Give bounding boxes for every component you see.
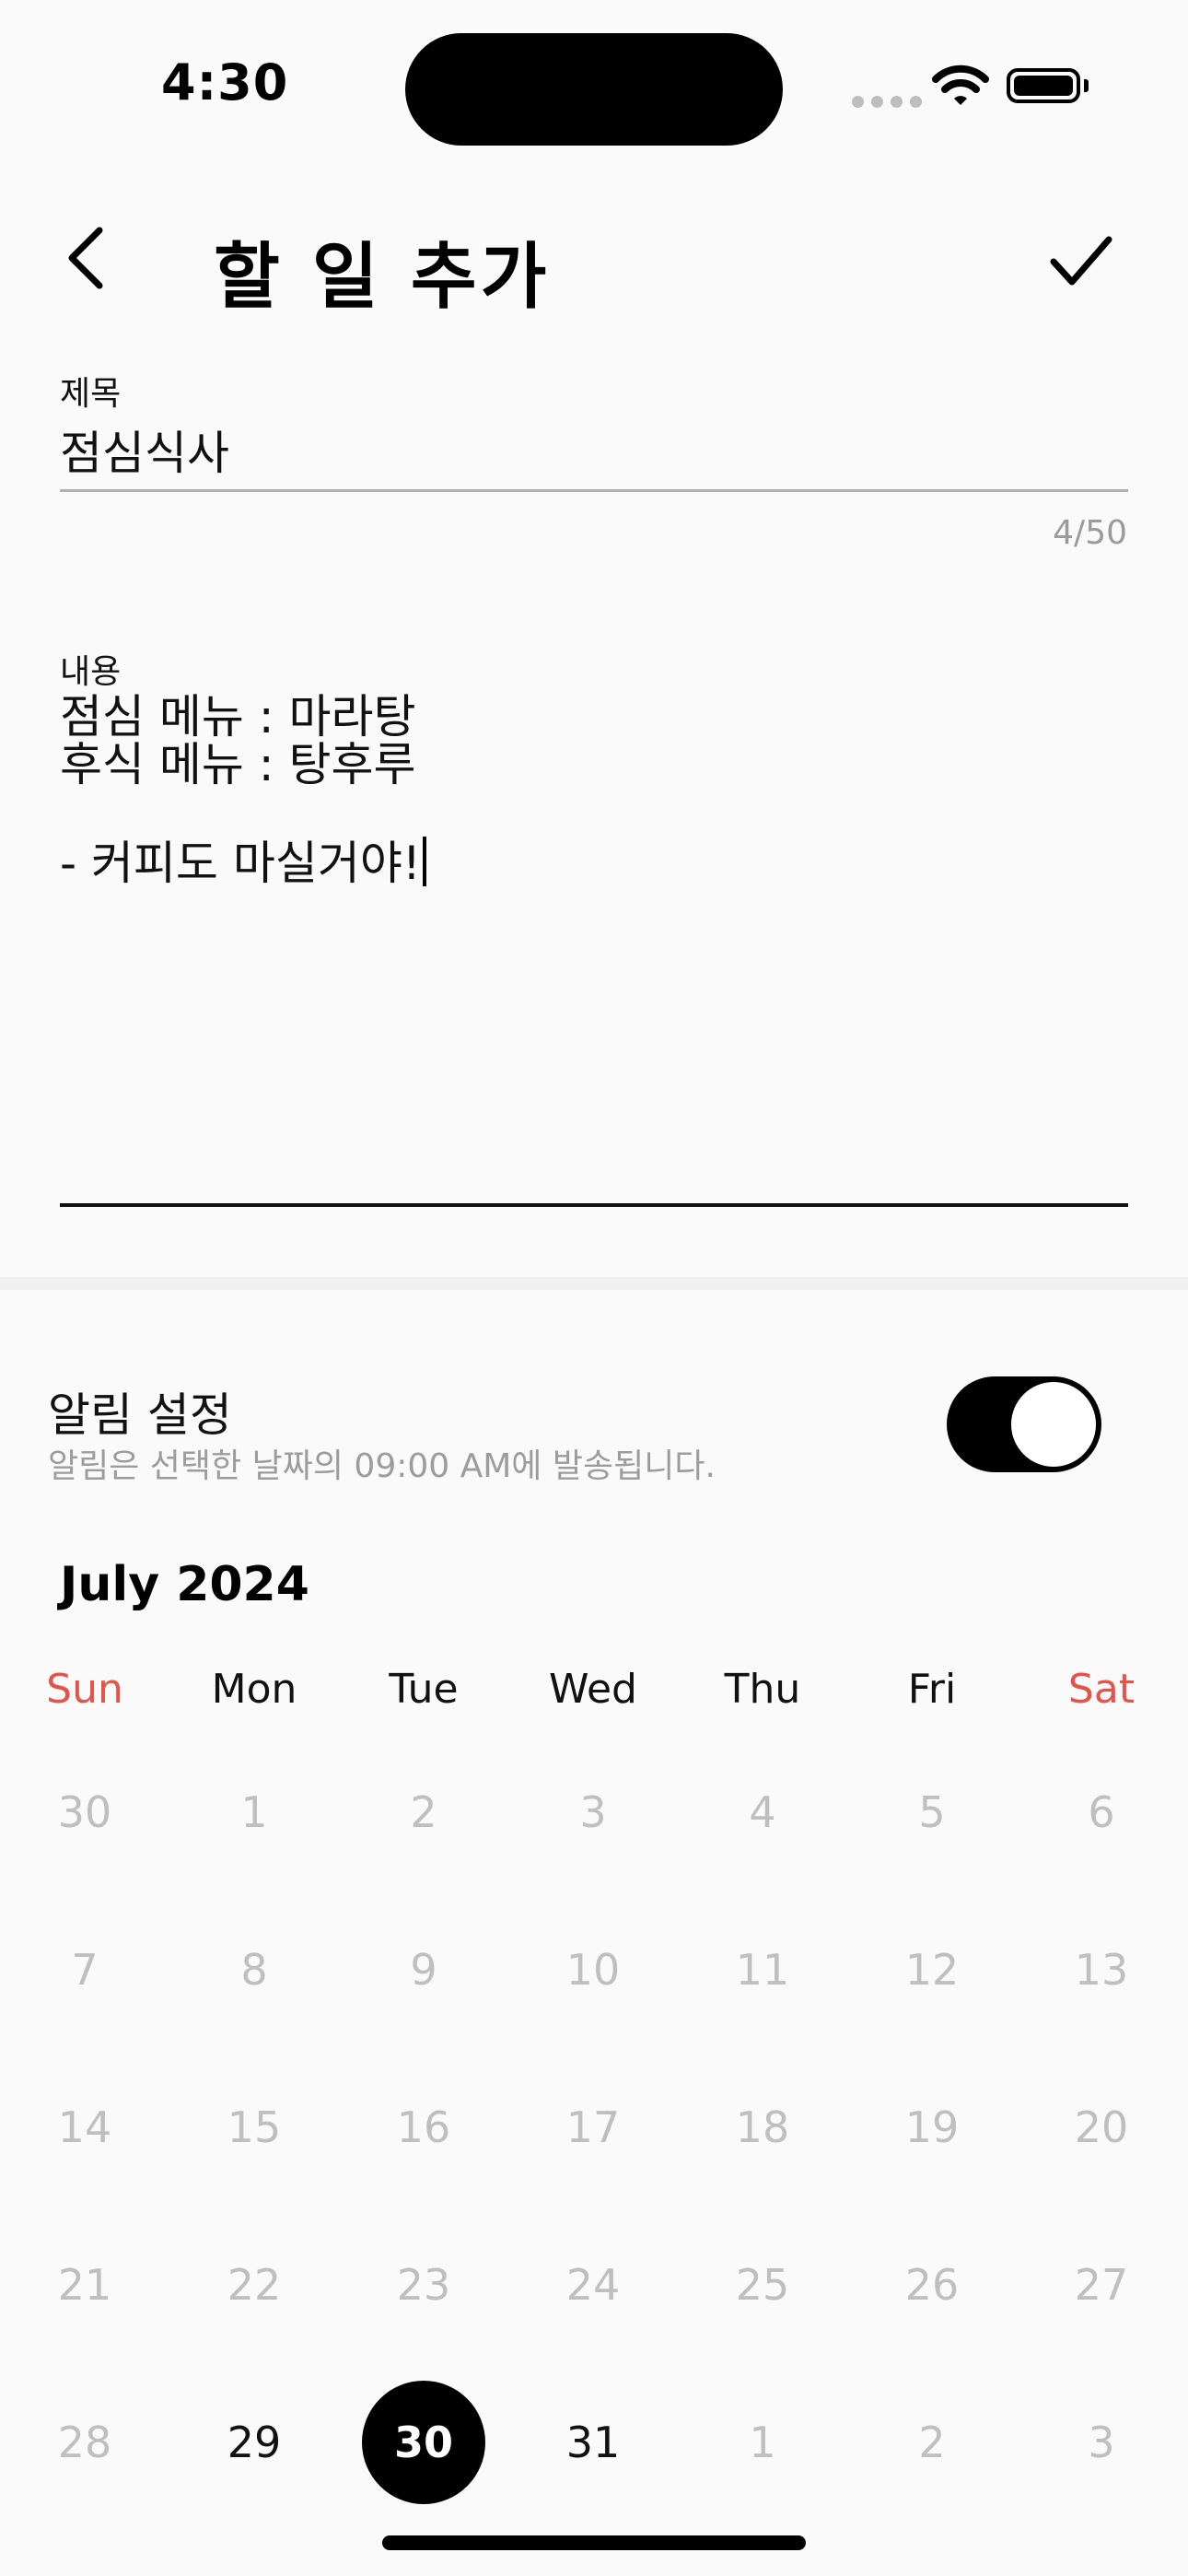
calendar-day: 27 bbox=[1074, 2260, 1129, 2310]
home-indicator bbox=[382, 2535, 806, 2550]
alarm-title: 알림 설정 bbox=[48, 1388, 232, 1442]
page-title: 할 일 추가 bbox=[214, 236, 551, 319]
calendar-day: 30 bbox=[57, 1787, 112, 1837]
content-textarea[interactable]: 점심 메뉴 : 마라탕 후식 메뉴 : 탕후루 - 커피도 마실거야! bbox=[60, 693, 1110, 887]
calendar-day: 11 bbox=[735, 1945, 790, 1995]
calendar-day: 19 bbox=[904, 2102, 960, 2152]
calendar-day: 22 bbox=[227, 2260, 282, 2310]
calendar-day: 13 bbox=[1074, 1945, 1129, 1995]
content-field-label: 내용 bbox=[60, 653, 122, 691]
weekday-wed: Wed bbox=[549, 1666, 637, 1713]
calendar-day: 3 bbox=[1088, 2418, 1115, 2467]
signal-dots-icon bbox=[852, 96, 922, 108]
weekday-header: Sun Mon Tue Wed Thu Fri Sat bbox=[0, 1666, 1188, 1721]
chevron-left-icon bbox=[68, 227, 103, 289]
calendar-day: 26 bbox=[904, 2260, 960, 2310]
weekday-thu: Thu bbox=[724, 1666, 801, 1713]
wifi-icon bbox=[932, 64, 989, 111]
checkmark-icon bbox=[1050, 236, 1112, 286]
weekday-sat: Sat bbox=[1067, 1666, 1136, 1713]
status-time: 4:30 bbox=[161, 53, 289, 111]
calendar-day: 14 bbox=[57, 2102, 112, 2152]
calendar-day: 8 bbox=[240, 1945, 268, 1995]
calendar-day: 3 bbox=[579, 1787, 607, 1837]
calendar-day: 24 bbox=[565, 2260, 621, 2310]
text-caret bbox=[422, 837, 426, 886]
title-char-counter: 4/50 bbox=[1053, 514, 1127, 552]
calendar-day: 6 bbox=[1088, 1787, 1115, 1837]
title-field-label: 제목 bbox=[60, 375, 122, 413]
calendar-day: 23 bbox=[396, 2260, 451, 2310]
back-button[interactable] bbox=[64, 225, 107, 295]
alarm-toggle[interactable] bbox=[947, 1376, 1101, 1472]
calendar-day[interactable]: 29 bbox=[192, 2381, 316, 2504]
calendar-day: 18 bbox=[735, 2102, 790, 2152]
calendar-day: 7 bbox=[71, 1945, 99, 1995]
calendar-day: 21 bbox=[57, 2260, 112, 2310]
content-text: 점심 메뉴 : 마라탕 후식 메뉴 : 탕후루 - 커피도 마실거야! bbox=[60, 690, 421, 890]
calendar-day: 16 bbox=[396, 2102, 451, 2152]
title-input[interactable]: 점심식사 bbox=[60, 416, 229, 483]
alarm-subtitle: 알림은 선택한 날짜의 09:00 AM에 발송됩니다. bbox=[48, 1447, 716, 1485]
calendar-day: 25 bbox=[735, 2260, 790, 2310]
battery-icon bbox=[1007, 68, 1080, 103]
calendar-day: 10 bbox=[565, 1945, 621, 1995]
calendar-day: 1 bbox=[749, 2418, 776, 2467]
save-button[interactable] bbox=[1048, 234, 1114, 293]
calendar-day[interactable]: 30 bbox=[362, 2381, 485, 2504]
calendar-day: 2 bbox=[410, 1787, 437, 1837]
section-divider bbox=[0, 1277, 1188, 1290]
calendar-day[interactable]: 31 bbox=[531, 2381, 655, 2504]
calendar-day: 2 bbox=[918, 2418, 946, 2467]
calendar-month-title: July 2024 bbox=[60, 1557, 309, 1612]
weekday-fri: Fri bbox=[907, 1666, 957, 1713]
battery-tip bbox=[1084, 79, 1089, 92]
title-underline bbox=[60, 489, 1128, 492]
calendar-day: 17 bbox=[565, 2102, 621, 2152]
weekday-tue: Tue bbox=[389, 1666, 459, 1713]
weekday-sun: Sun bbox=[46, 1666, 123, 1713]
calendar-day: 1 bbox=[240, 1787, 268, 1837]
dynamic-island bbox=[405, 33, 783, 146]
calendar-day: 5 bbox=[918, 1787, 946, 1837]
toggle-knob bbox=[1011, 1382, 1096, 1467]
calendar-day: 12 bbox=[904, 1945, 960, 1995]
calendar-day: 9 bbox=[410, 1945, 437, 1995]
content-underline bbox=[60, 1203, 1128, 1207]
calendar-day: 4 bbox=[749, 1787, 776, 1837]
calendar-day: 20 bbox=[1074, 2102, 1129, 2152]
calendar-day: 28 bbox=[57, 2418, 112, 2467]
weekday-mon: Mon bbox=[211, 1666, 297, 1713]
calendar-day: 15 bbox=[227, 2102, 282, 2152]
